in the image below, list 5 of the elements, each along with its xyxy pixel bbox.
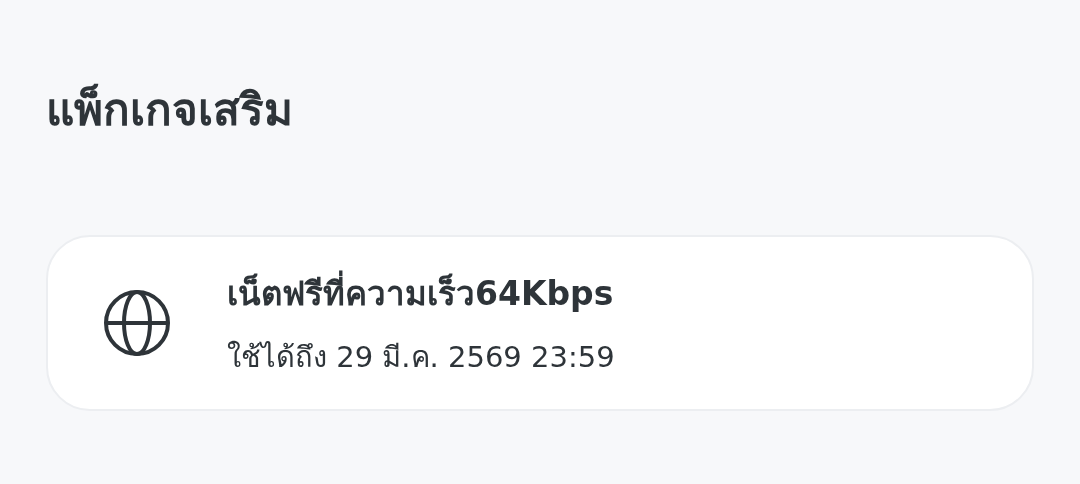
package-card[interactable]: เน็ตฟรีที่ความเร็ว64Kbps ใช้ได้ถึง 29 มี.ค. 2569 23:59 bbox=[46, 235, 1034, 411]
section-title: แพ็กเกจเสริม bbox=[46, 82, 293, 137]
package-name: เน็ตฟรีที่ความเร็ว64Kbps bbox=[227, 266, 615, 320]
package-validity: ใช้ได้ถึง 29 มี.ค. 2569 23:59 bbox=[227, 338, 615, 376]
globe-icon bbox=[103, 289, 171, 357]
